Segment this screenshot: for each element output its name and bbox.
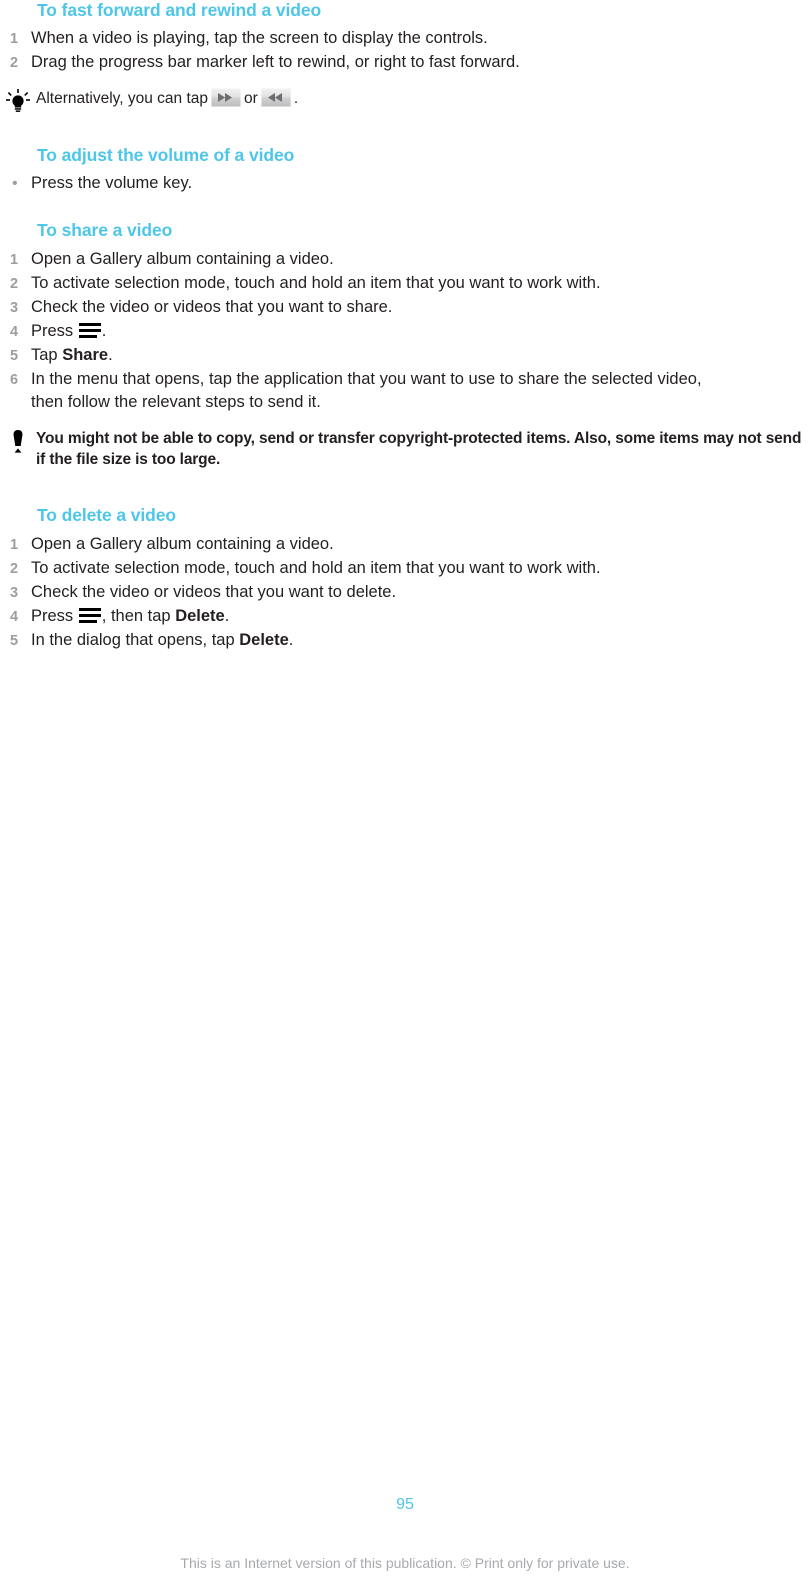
list-item: 4 Press .	[7, 320, 807, 344]
step-text: To activate selection mode, touch and ho…	[31, 559, 601, 577]
steps-fast-forward-rewind: 1 When a video is playing, tap the scree…	[7, 27, 807, 75]
fast-forward-icon[interactable]	[211, 88, 242, 107]
step-text-before: In the dialog that opens, tap	[31, 631, 235, 649]
list-item: 3 Check the video or videos that you wan…	[7, 296, 807, 320]
step-emphasis: Delete	[239, 631, 289, 649]
step-marker: 2	[10, 55, 19, 71]
step-text-before: Tap	[31, 346, 58, 364]
footer-note: This is an Internet version of this publ…	[180, 1555, 630, 1571]
step-text: Tap Share.	[31, 344, 807, 367]
step-text: To activate selection mode, touch and ho…	[31, 274, 601, 292]
step-marker: 5	[10, 348, 19, 364]
list-item: 6 In the menu that opens, tap the applic…	[7, 368, 807, 414]
step-text-middle: , then tap	[101, 607, 171, 625]
step-text: In the menu that opens, tap the applicat…	[31, 370, 702, 411]
step-text-before: Press	[31, 607, 74, 625]
step-emphasis: Delete	[175, 607, 225, 625]
steps-share-video: 1 Open a Gallery album containing a vide…	[7, 248, 807, 414]
step-text: Press , then tap Delete.	[31, 605, 807, 628]
list-item: 4 Press , then tap Delete.	[7, 605, 807, 629]
step-text: Open a Gallery album containing a video.	[31, 535, 334, 553]
step-marker: 2	[10, 561, 19, 577]
step-text-before: Press	[31, 322, 74, 340]
list-item: 5 Tap Share.	[7, 344, 807, 368]
tip-note-body: Alternatively, you can tap or .	[36, 88, 800, 110]
step-marker: 3	[10, 300, 19, 316]
step-marker: 4	[10, 324, 19, 340]
step-text-after: .	[101, 322, 107, 340]
tip-text-middle: or	[244, 90, 258, 107]
tip-text-after: .	[293, 90, 299, 107]
step-marker: 4	[10, 609, 19, 625]
step-marker: 1	[10, 252, 19, 268]
list-item: 5 In the dialog that opens, tap Delete.	[7, 629, 807, 653]
page-title: To fast forward and rewind a video	[37, 0, 322, 20]
list-item: 2 Drag the progress bar marker left to r…	[7, 51, 807, 75]
section-delete-video: To delete a video	[37, 505, 807, 525]
step-marker: 1	[10, 31, 19, 47]
step-marker: 6	[10, 372, 19, 388]
tip-text-before: Alternatively, you can tap	[36, 90, 209, 107]
section-heading: To share a video	[37, 220, 173, 240]
list-item: 2 To activate selection mode, touch and …	[7, 557, 807, 581]
warning-note-body: You might not be able to copy, send or t…	[36, 430, 802, 468]
step-text-after: .	[224, 607, 230, 625]
section-share-video: To share a video	[37, 220, 807, 240]
step-text: When a video is playing, tap the screen …	[31, 29, 488, 47]
lightbulb-icon	[0, 88, 36, 114]
list-item: 1 When a video is playing, tap the scree…	[7, 27, 807, 51]
exclamation-icon	[0, 428, 36, 454]
list-item: • Press the volume key.	[7, 172, 807, 195]
step-text: Press the volume key.	[31, 174, 193, 192]
warning-note: You might not be able to copy, send or t…	[0, 428, 810, 470]
section-heading: To delete a video	[37, 505, 176, 525]
step-marker: 1	[10, 537, 19, 553]
step-text: Open a Gallery album containing a video.	[31, 250, 334, 268]
list-item: 1 Open a Gallery album containing a vide…	[7, 248, 807, 272]
step-text: Check the video or videos that you want …	[31, 298, 393, 316]
section-fast-forward-rewind: To fast forward and rewind a video	[37, 0, 807, 20]
page-number: 95	[396, 1496, 414, 1513]
list-item: 3 Check the video or videos that you wan…	[7, 581, 807, 605]
step-marker: •	[12, 175, 18, 192]
step-marker: 5	[10, 633, 19, 649]
list-item: 1 Open a Gallery album containing a vide…	[7, 533, 807, 557]
step-marker: 2	[10, 276, 19, 292]
step-text: Check the video or videos that you want …	[31, 583, 397, 601]
menu-icon[interactable]	[78, 608, 101, 623]
rewind-icon[interactable]	[260, 88, 291, 107]
step-text: Press .	[31, 320, 807, 343]
steps-adjust-volume: • Press the volume key.	[7, 172, 807, 195]
steps-delete-video: 1 Open a Gallery album containing a vide…	[7, 533, 807, 653]
step-text: Drag the progress bar marker left to rew…	[31, 53, 520, 71]
manual-page: To fast forward and rewind a video 1 Whe…	[0, 0, 810, 1590]
step-marker: 3	[10, 585, 19, 601]
tip-note: Alternatively, you can tap or .	[0, 88, 800, 114]
step-text-after: .	[108, 346, 113, 364]
menu-icon[interactable]	[78, 323, 101, 338]
section-adjust-volume: To adjust the volume of a video	[37, 145, 807, 165]
step-text: In the dialog that opens, tap Delete.	[31, 629, 807, 652]
step-text-after: .	[288, 631, 294, 649]
section-heading: To adjust the volume of a video	[37, 145, 295, 165]
step-emphasis: Share	[62, 346, 109, 364]
list-item: 2 To activate selection mode, touch and …	[7, 272, 807, 296]
